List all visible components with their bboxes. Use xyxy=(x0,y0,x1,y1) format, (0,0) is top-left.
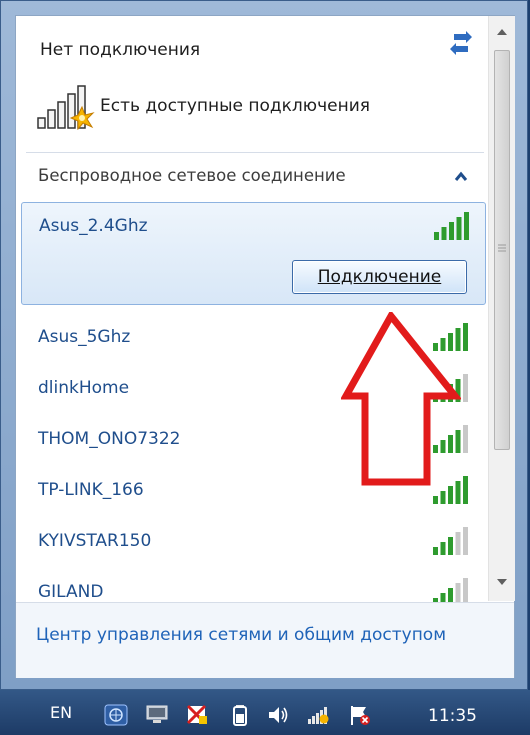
signal-bar xyxy=(463,374,468,402)
signal-bar xyxy=(441,227,447,240)
scrollbar-thumb[interactable] xyxy=(494,50,510,450)
signal-bar xyxy=(463,476,468,504)
battery-icon[interactable] xyxy=(228,704,252,726)
section-divider xyxy=(26,152,484,153)
action-center-flag-icon[interactable] xyxy=(348,704,372,726)
network-name: THOM_ONO7322 xyxy=(38,429,181,449)
scroll-down-arrow-icon[interactable] xyxy=(496,578,508,586)
scrollbar-grip-icon xyxy=(498,244,506,252)
signal-bar xyxy=(448,588,453,602)
network-name: Asus_2.4Ghz xyxy=(39,216,148,236)
signal-bar xyxy=(464,212,469,240)
signal-bar xyxy=(455,532,461,555)
network-flyout-panel: Нет подключения Есть доступные подключен… xyxy=(15,15,515,678)
network-center-icon[interactable] xyxy=(104,704,128,726)
signal-bar xyxy=(455,583,461,602)
refresh-icon[interactable] xyxy=(448,30,474,56)
network-name: dlinkHome xyxy=(38,378,130,398)
signal-bar xyxy=(440,593,446,602)
wifi-status-icon[interactable] xyxy=(306,704,330,726)
network-name: Asus_5Ghz xyxy=(38,327,131,347)
connection-status-header: Нет подключения Есть доступные подключен… xyxy=(16,16,486,151)
signal-strength-icon xyxy=(433,578,468,602)
collapse-section-icon[interactable] xyxy=(454,170,468,182)
language-indicator[interactable]: EN xyxy=(50,703,72,722)
available-connections-text: Есть доступные подключения xyxy=(100,96,370,116)
connection-status-title: Нет подключения xyxy=(40,40,201,60)
signal-bar xyxy=(433,496,438,504)
signal-bar xyxy=(448,537,453,555)
signal-bar xyxy=(463,425,468,453)
signal-bar xyxy=(463,527,468,555)
signal-bar xyxy=(440,542,446,555)
signal-bar xyxy=(449,222,454,240)
network-item-asus-2-4ghz[interactable]: Asus_2.4Ghz Подключение xyxy=(21,202,486,305)
signal-bar xyxy=(456,217,462,240)
signal-bar xyxy=(463,578,468,602)
network-flyout-window: Нет подключения Есть доступные подключен… xyxy=(0,0,528,690)
taskbar-clock[interactable]: 11:35 xyxy=(428,706,477,726)
signal-strength-icon xyxy=(434,212,469,240)
signal-bar xyxy=(448,486,453,504)
taskbar: EN 11:35 xyxy=(0,690,530,735)
connect-button[interactable]: Подключение xyxy=(292,260,467,294)
signal-bar xyxy=(440,491,446,504)
network-name: GILAND xyxy=(38,582,104,602)
scroll-up-arrow-icon[interactable] xyxy=(496,28,508,36)
signal-bar xyxy=(433,547,438,555)
network-name: KYIVSTAR150 xyxy=(38,531,152,551)
security-flag-icon[interactable] xyxy=(185,704,209,726)
signal-bar xyxy=(434,232,439,240)
wireless-section-title: Беспроводное сетевое соединение xyxy=(38,166,346,185)
network-list-scrollbar[interactable] xyxy=(488,16,515,601)
network-item-kyivstar150[interactable]: KYIVSTAR150 xyxy=(21,518,486,568)
network-item-giland[interactable]: GILAND xyxy=(21,569,486,602)
volume-icon[interactable] xyxy=(266,704,290,726)
flyout-footer: Центр управления сетями и общим доступом xyxy=(16,602,514,678)
available-networks-icon xyxy=(37,85,95,130)
network-sharing-center-link[interactable]: Центр управления сетями и общим доступом xyxy=(36,625,446,645)
network-name: TP-LINK_166 xyxy=(38,480,144,500)
signal-strength-icon xyxy=(433,527,468,555)
display-icon[interactable] xyxy=(145,704,169,726)
red-arrow-annotation xyxy=(341,312,461,486)
signal-bar xyxy=(463,323,468,351)
